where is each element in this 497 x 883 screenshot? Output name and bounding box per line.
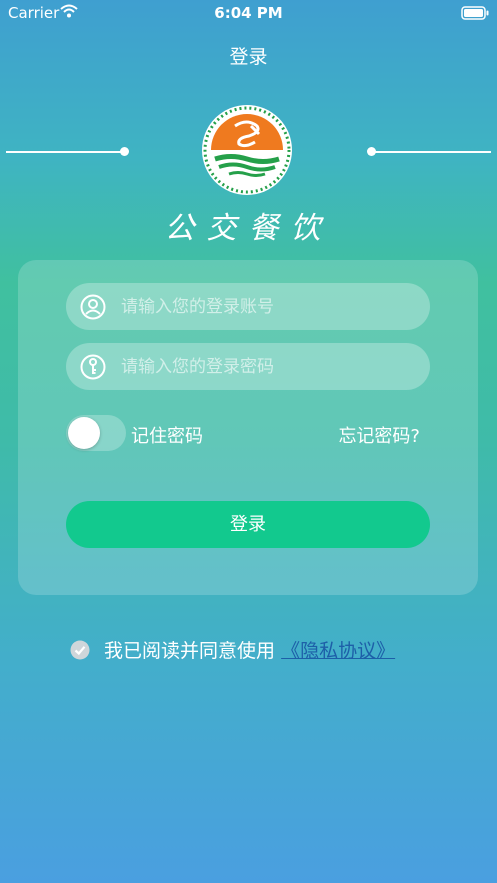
brand-name: 公交餐饮 xyxy=(164,211,333,246)
remember-password-label: 记住密码 xyxy=(131,426,203,447)
remember-password-toggle[interactable] xyxy=(66,415,126,451)
forgot-password-link[interactable]: 忘记密码? xyxy=(338,422,420,448)
decorative-dot-right xyxy=(367,147,376,156)
account-field[interactable] xyxy=(66,283,430,330)
decorative-dot-left xyxy=(120,147,129,156)
key-icon xyxy=(80,354,106,380)
battery-icon xyxy=(461,6,489,20)
privacy-agreement: 我已阅读并同意使用 《隐私协议》 xyxy=(70,636,395,663)
account-input[interactable] xyxy=(121,283,411,330)
login-card: 记住密码 忘记密码? 登录 xyxy=(18,260,478,595)
login-button[interactable]: 登录 xyxy=(66,501,430,548)
password-input[interactable] xyxy=(121,343,411,390)
check-icon[interactable] xyxy=(70,640,90,660)
password-field[interactable] xyxy=(66,343,430,390)
toggle-knob xyxy=(68,417,100,449)
privacy-policy-link[interactable]: 《隐私协议》 xyxy=(281,640,395,662)
clock: 6:04 PM xyxy=(214,4,283,22)
user-icon xyxy=(80,294,106,320)
status-bar: Carrier 6:04 PM xyxy=(0,0,497,28)
agreement-text: 我已阅读并同意使用 xyxy=(104,640,276,662)
page-title: 登录 xyxy=(229,46,268,68)
decorative-line-left xyxy=(6,151,124,153)
app-logo xyxy=(202,105,292,195)
decorative-line-right xyxy=(371,151,491,153)
